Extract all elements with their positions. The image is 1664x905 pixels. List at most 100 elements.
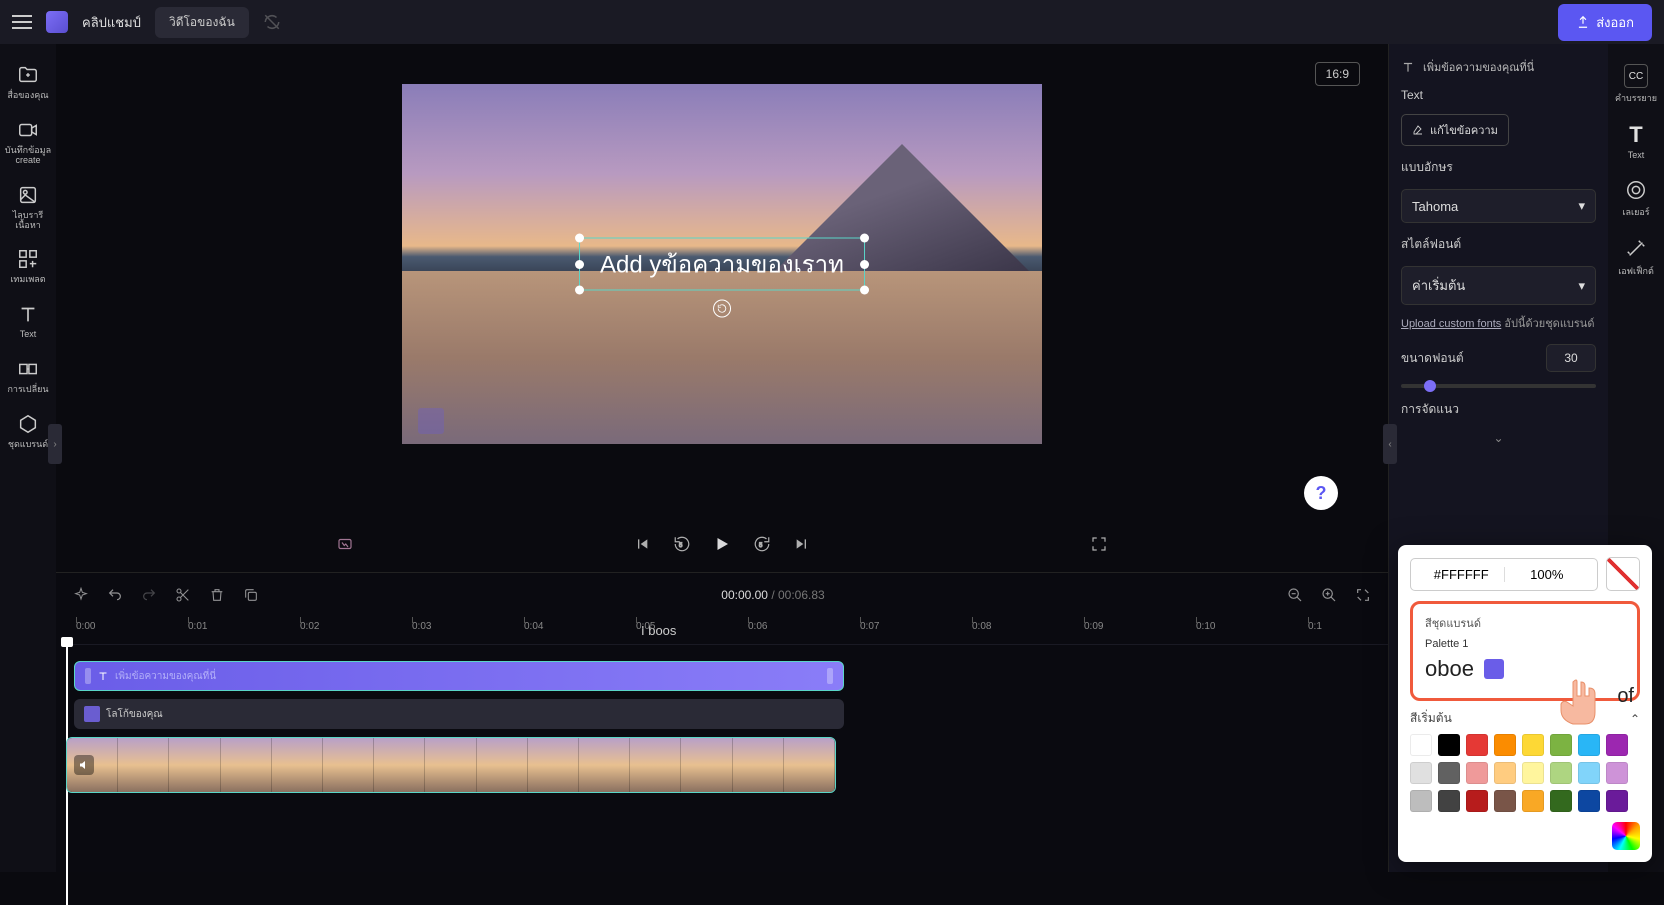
panel-header: เพิ่มข้อความของคุณที่นี่ bbox=[1401, 58, 1596, 76]
color-swatch[interactable] bbox=[1438, 762, 1460, 784]
rewind-5-icon[interactable]: 5 bbox=[673, 535, 691, 553]
clip-grip[interactable] bbox=[827, 668, 833, 684]
resize-handle[interactable] bbox=[575, 234, 584, 243]
resize-handle[interactable] bbox=[860, 234, 869, 243]
timeline-text-clip[interactable]: เพิ่มข้อความของคุณที่นี่ bbox=[74, 661, 844, 691]
help-button[interactable]: ? bbox=[1304, 476, 1338, 510]
font-style-select[interactable]: ค่าเริ่มต้น ▾ bbox=[1401, 266, 1596, 305]
menu-button[interactable] bbox=[12, 15, 32, 29]
text-overlay-box[interactable]: Add yข้อความของเราท bbox=[579, 238, 865, 291]
split-icon[interactable] bbox=[174, 586, 192, 604]
timeline-logo-clip[interactable]: โลโก้ของคุณ bbox=[74, 699, 844, 729]
collapse-icon[interactable]: ⌃ bbox=[1630, 712, 1640, 726]
video-canvas[interactable]: Add yข้อความของเราท bbox=[402, 84, 1042, 444]
tab-my-video[interactable]: วิดีโอของฉัน bbox=[155, 7, 249, 38]
extra-word: of bbox=[1617, 685, 1634, 708]
panel-collapse-toggle[interactable]: ‹ bbox=[1383, 424, 1397, 464]
sidebar-item-transitions[interactable]: การเปลี่ยน bbox=[0, 350, 56, 401]
color-swatch[interactable] bbox=[1410, 734, 1432, 756]
inline-word: oboe bbox=[1425, 656, 1474, 682]
zoom-out-icon[interactable] bbox=[1286, 586, 1304, 604]
captions-tab[interactable]: CC คำบรรยาย bbox=[1608, 58, 1664, 111]
color-swatch[interactable] bbox=[1494, 762, 1516, 784]
auto-tool-icon[interactable] bbox=[72, 586, 90, 604]
video-thumb bbox=[374, 738, 425, 792]
color-swatch[interactable] bbox=[1578, 790, 1600, 812]
upload-fonts-link[interactable]: Upload custom fonts bbox=[1401, 318, 1501, 330]
timeline-video-clip[interactable] bbox=[66, 737, 836, 793]
color-swatch[interactable] bbox=[1606, 734, 1628, 756]
color-swatch[interactable] bbox=[1578, 734, 1600, 756]
zoom-in-icon[interactable] bbox=[1320, 586, 1338, 604]
color-swatch[interactable] bbox=[1578, 762, 1600, 784]
text-tab[interactable]: T Text bbox=[1608, 117, 1664, 166]
color-hex-field[interactable] bbox=[1410, 558, 1598, 591]
wand-icon bbox=[1624, 237, 1648, 261]
export-button[interactable]: ส่งออก bbox=[1558, 4, 1652, 41]
play-button[interactable] bbox=[713, 535, 731, 553]
color-swatch[interactable] bbox=[1522, 762, 1544, 784]
skip-start-icon[interactable] bbox=[633, 535, 651, 553]
ai-tools-icon[interactable] bbox=[336, 535, 354, 553]
resize-handle[interactable] bbox=[860, 286, 869, 295]
resize-handle[interactable] bbox=[575, 260, 584, 269]
color-swatch[interactable] bbox=[1550, 762, 1572, 784]
font-size-slider[interactable] bbox=[1401, 384, 1596, 388]
skip-end-icon[interactable] bbox=[793, 535, 811, 553]
color-swatch[interactable] bbox=[1410, 762, 1432, 784]
color-swatch[interactable] bbox=[1522, 734, 1544, 756]
opacity-input[interactable] bbox=[1505, 567, 1590, 582]
color-swatch[interactable] bbox=[1494, 734, 1516, 756]
color-swatch[interactable] bbox=[1466, 762, 1488, 784]
panel-more-toggle[interactable]: ⌄ bbox=[1401, 431, 1596, 445]
color-swatch[interactable] bbox=[1494, 790, 1516, 812]
video-thumb bbox=[528, 738, 579, 792]
brand-color-swatch[interactable] bbox=[1484, 659, 1504, 679]
color-swatch[interactable] bbox=[1550, 734, 1572, 756]
resize-handle[interactable] bbox=[860, 260, 869, 269]
sidebar-item-text[interactable]: Text bbox=[0, 295, 56, 346]
sidebar-item-templates[interactable]: เทมเพลต bbox=[0, 240, 56, 291]
color-swatch[interactable] bbox=[1522, 790, 1544, 812]
font-size-input[interactable] bbox=[1546, 344, 1596, 372]
color-swatch[interactable] bbox=[1438, 734, 1460, 756]
color-swatch[interactable] bbox=[1550, 790, 1572, 812]
delete-icon[interactable] bbox=[208, 586, 226, 604]
video-thumb bbox=[630, 738, 681, 792]
sidebar-item-record[interactable]: บันทึกข้อมูลcreate bbox=[0, 111, 56, 172]
ruler-tick: 0:08 bbox=[972, 621, 991, 632]
brand-icon bbox=[15, 411, 41, 437]
video-thumb bbox=[681, 738, 732, 792]
resize-handle[interactable] bbox=[575, 286, 584, 295]
color-swatch[interactable] bbox=[1606, 762, 1628, 784]
redo-icon[interactable] bbox=[140, 586, 158, 604]
color-swatch[interactable] bbox=[1438, 790, 1460, 812]
ruler-tick: 0:04 bbox=[524, 621, 543, 632]
font-select[interactable]: Tahoma ▾ bbox=[1401, 189, 1596, 223]
forward-5-icon[interactable]: 5 bbox=[753, 535, 771, 553]
color-swatch[interactable] bbox=[1466, 790, 1488, 812]
fullscreen-icon[interactable] bbox=[1090, 535, 1108, 553]
hex-input[interactable] bbox=[1419, 567, 1504, 582]
aspect-ratio-button[interactable]: 16:9 bbox=[1315, 62, 1360, 86]
sidebar-item-media[interactable]: สื่อของคุณ bbox=[0, 56, 56, 107]
color-swatch[interactable] bbox=[1466, 734, 1488, 756]
zoom-fit-icon[interactable] bbox=[1354, 586, 1372, 604]
brand-colors-label: สีชุดแบรนด์ bbox=[1425, 614, 1625, 632]
color-swatch[interactable] bbox=[1606, 790, 1628, 812]
copy-icon[interactable] bbox=[242, 586, 260, 604]
logo-chip-icon bbox=[84, 706, 100, 722]
effects-tab[interactable]: เอฟเฟ็กต์ bbox=[1608, 231, 1664, 284]
slider-thumb[interactable] bbox=[1424, 380, 1436, 392]
color-swatch[interactable] bbox=[1410, 790, 1432, 812]
edit-text-button[interactable]: แก้ไขข้อความ bbox=[1401, 114, 1509, 146]
timeline-ruler[interactable]: I boos 0:000:010:020:030:040:050:060:070… bbox=[66, 617, 1388, 645]
rotate-handle[interactable] bbox=[713, 300, 731, 318]
sidebar-item-library[interactable]: ไลบรารีเนื้อหา bbox=[0, 176, 56, 237]
clip-grip[interactable] bbox=[85, 668, 91, 684]
custom-color-button[interactable] bbox=[1612, 822, 1640, 850]
no-color-button[interactable] bbox=[1606, 557, 1640, 591]
audio-icon[interactable] bbox=[74, 755, 94, 775]
layers-tab[interactable]: เลเยอร์ bbox=[1608, 172, 1664, 225]
undo-icon[interactable] bbox=[106, 586, 124, 604]
